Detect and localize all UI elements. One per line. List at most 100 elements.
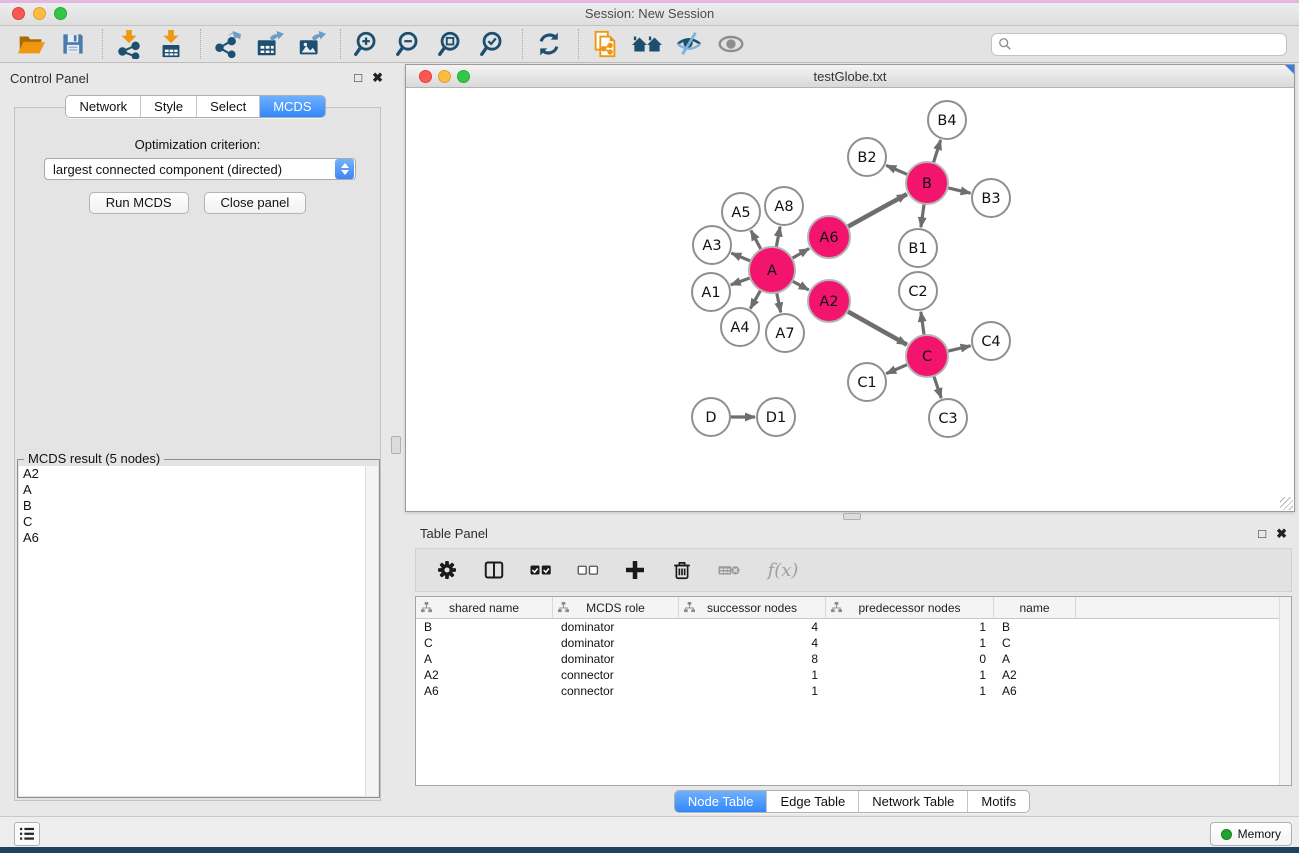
refresh-button[interactable]: [532, 28, 566, 60]
table-cell[interactable]: A2: [994, 667, 1076, 683]
graph-node-C1[interactable]: C1: [848, 363, 886, 401]
table-cell[interactable]: A2: [416, 667, 553, 683]
table-row[interactable]: Bdominator41B: [416, 619, 1291, 635]
task-history-button[interactable]: [14, 822, 40, 846]
graph-edge-A-A3[interactable]: [731, 253, 752, 262]
table-cell[interactable]: dominator: [553, 651, 679, 667]
search-box[interactable]: [991, 33, 1287, 56]
table-cell[interactable]: connector: [553, 667, 679, 683]
table-cell[interactable]: 1: [826, 635, 994, 651]
mcds-result-item[interactable]: A6: [19, 530, 378, 546]
graph-edge-C-C4[interactable]: [945, 346, 970, 352]
table-cell[interactable]: C: [416, 635, 553, 651]
new-network-from-file-button[interactable]: [588, 28, 622, 60]
graph-node-B[interactable]: B: [906, 162, 948, 204]
table-row[interactable]: Cdominator41C: [416, 635, 1291, 651]
column-header-shared-name[interactable]: shared name: [416, 597, 553, 618]
graph-edge-B-B4[interactable]: [933, 140, 941, 165]
hide-selected-button[interactable]: [672, 28, 706, 60]
float-panel-icon[interactable]: □: [354, 70, 362, 86]
graph-edge-A-A1[interactable]: [731, 277, 752, 285]
graph-edge-A-A2[interactable]: [790, 280, 808, 290]
graph-edge-C-C3[interactable]: [933, 374, 941, 398]
graph-edge-B-B1[interactable]: [921, 202, 925, 227]
export-network-button[interactable]: [210, 28, 244, 60]
graph-node-A1[interactable]: A1: [692, 273, 730, 311]
import-table-button[interactable]: [154, 28, 188, 60]
table-cell[interactable]: 4: [679, 635, 826, 651]
graph-node-D[interactable]: D: [692, 398, 730, 436]
graph-edge-A-A7[interactable]: [776, 291, 781, 313]
graph-edge-B-B2[interactable]: [886, 165, 909, 175]
column-header-MCDS-role[interactable]: MCDS role: [553, 597, 679, 618]
graph-node-A5[interactable]: A5: [722, 193, 760, 231]
graph-node-C4[interactable]: C4: [972, 322, 1010, 360]
horizontal-splitter-grip[interactable]: [843, 513, 861, 520]
network-canvas[interactable]: B4B2BB3A5A8A6A3B1AC2A1A2A4A7C4CC1C3DD1: [406, 88, 1294, 511]
table-cell[interactable]: A: [994, 651, 1076, 667]
export-image-button[interactable]: [294, 28, 328, 60]
table-cell[interactable]: B: [416, 619, 553, 635]
zoom-in-button[interactable]: [350, 28, 384, 60]
table-cell[interactable]: 8: [679, 651, 826, 667]
table-cell[interactable]: B: [994, 619, 1076, 635]
delete-columns-button[interactable]: [667, 555, 697, 585]
delete-table-button[interactable]: [714, 555, 744, 585]
graph-node-B1[interactable]: B1: [899, 229, 937, 267]
select-all-columns-button[interactable]: [526, 555, 556, 585]
graph-node-B2[interactable]: B2: [848, 138, 886, 176]
table-cell[interactable]: C: [994, 635, 1076, 651]
close-table-panel-icon[interactable]: ✖: [1276, 526, 1287, 542]
close-panel-icon[interactable]: ✖: [372, 70, 383, 86]
graph-edge-A-A4[interactable]: [750, 288, 761, 308]
mcds-result-list[interactable]: A2ABCA6: [19, 466, 378, 796]
save-session-button[interactable]: [56, 28, 90, 60]
graph-node-C3[interactable]: C3: [929, 399, 967, 437]
graph-node-B3[interactable]: B3: [972, 179, 1010, 217]
table-cell[interactable]: dominator: [553, 619, 679, 635]
table-cell[interactable]: 0: [826, 651, 994, 667]
vertical-splitter-grip[interactable]: [391, 436, 401, 454]
graph-edge-A-A6[interactable]: [790, 249, 809, 260]
graph-node-A4[interactable]: A4: [721, 308, 759, 346]
memory-button[interactable]: Memory: [1210, 822, 1292, 846]
table-cell[interactable]: 1: [826, 683, 994, 699]
network-window-titlebar[interactable]: testGlobe.txt: [406, 65, 1294, 88]
table-cell[interactable]: A6: [416, 683, 553, 699]
graph-edge-A-A8[interactable]: [776, 227, 780, 250]
graph-node-C[interactable]: C: [906, 335, 948, 377]
graph-edge-A6-B[interactable]: [846, 194, 907, 228]
tab-network[interactable]: Network: [66, 96, 141, 117]
graph-node-A7[interactable]: A7: [766, 314, 804, 352]
table-cell[interactable]: 1: [826, 619, 994, 635]
close-panel-button[interactable]: Close panel: [204, 192, 307, 214]
export-table-button[interactable]: [252, 28, 286, 60]
table-row[interactable]: A2connector11A2: [416, 667, 1291, 683]
table-cell[interactable]: 1: [679, 683, 826, 699]
mcds-result-item[interactable]: A2: [19, 466, 378, 482]
graph-node-D1[interactable]: D1: [757, 398, 795, 436]
network-graph[interactable]: B4B2BB3A5A8A6A3B1AC2A1A2A4A7C4CC1C3DD1: [406, 88, 1292, 509]
float-table-panel-icon[interactable]: □: [1258, 526, 1266, 542]
show-selected-button[interactable]: [714, 28, 748, 60]
tab-network-table[interactable]: Network Table: [859, 791, 968, 812]
graph-edge-B-B3[interactable]: [945, 187, 970, 193]
tab-edge-table[interactable]: Edge Table: [767, 791, 859, 812]
zoom-selected-button[interactable]: [476, 28, 510, 60]
graph-node-A2[interactable]: A2: [808, 280, 850, 322]
graph-edge-C-C1[interactable]: [886, 364, 909, 374]
mcds-result-item[interactable]: B: [19, 498, 378, 514]
graph-edge-C-C2[interactable]: [921, 312, 925, 337]
graph-edge-A2-C[interactable]: [846, 310, 907, 344]
import-network-button[interactable]: [112, 28, 146, 60]
table-cell[interactable]: 4: [679, 619, 826, 635]
column-header-predecessor-nodes[interactable]: predecessor nodes: [826, 597, 994, 618]
table-row[interactable]: Adominator80A: [416, 651, 1291, 667]
table-cell[interactable]: A6: [994, 683, 1076, 699]
graph-node-A6[interactable]: A6: [808, 216, 850, 258]
column-header-successor-nodes[interactable]: successor nodes: [679, 597, 826, 618]
table-row[interactable]: A6connector11A6: [416, 683, 1291, 699]
window-resize-grip[interactable]: [1280, 497, 1293, 510]
graph-node-A8[interactable]: A8: [765, 187, 803, 225]
run-mcds-button[interactable]: Run MCDS: [89, 192, 189, 214]
